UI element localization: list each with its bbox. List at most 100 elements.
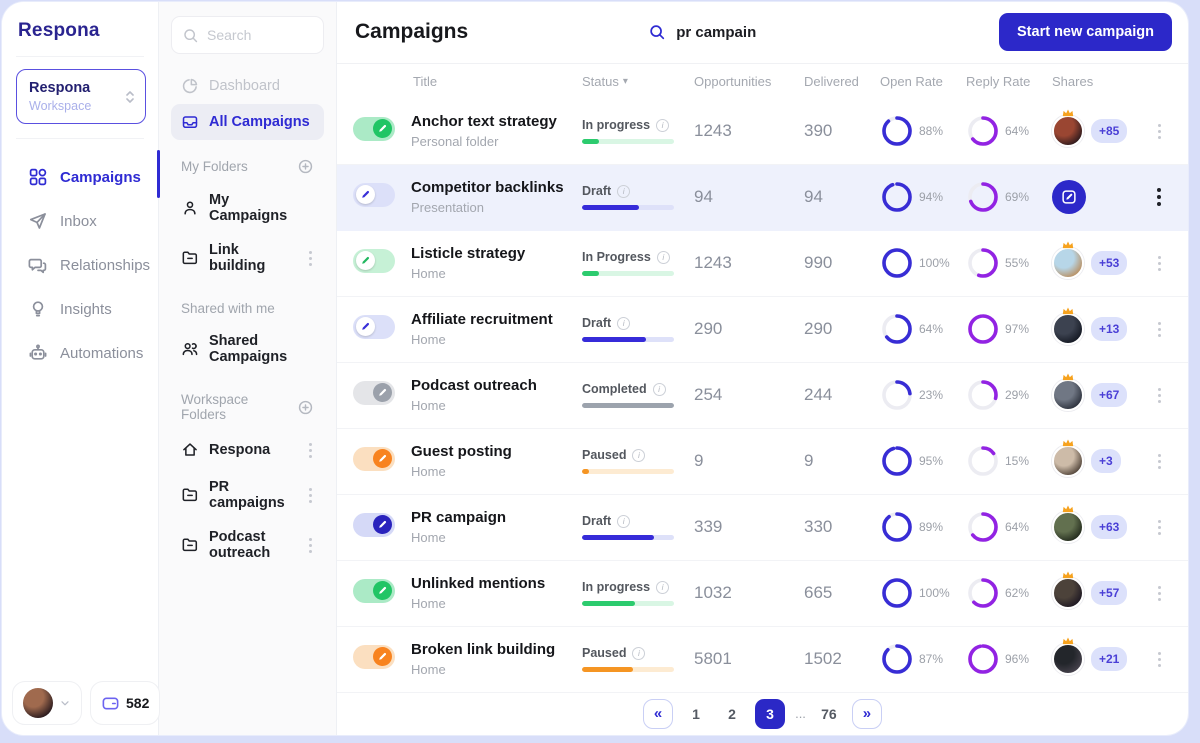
campaign-toggle[interactable] bbox=[353, 117, 395, 141]
sidebar-item-inbox[interactable]: Inbox bbox=[2, 199, 158, 243]
folder-item-shared-campaigns[interactable]: Shared Campaigns bbox=[171, 324, 324, 374]
sidebar-item-campaigns[interactable]: Campaigns bbox=[2, 155, 158, 199]
status-info-icon[interactable]: i bbox=[632, 647, 645, 660]
reply-rate-ring: 29% bbox=[966, 378, 1052, 412]
pagination-next-button[interactable]: » bbox=[852, 699, 882, 729]
row-menu-button[interactable] bbox=[1156, 318, 1163, 340]
status-info-icon[interactable]: i bbox=[657, 251, 670, 264]
status-info-icon[interactable]: i bbox=[653, 383, 666, 396]
open-rate-value: 89% bbox=[919, 520, 943, 534]
delivered-value: 94 bbox=[804, 187, 880, 207]
campaign-row[interactable]: PR campaignHomeDrafti33933089%64%+63 bbox=[337, 495, 1188, 561]
folder-item-podcast-outreach[interactable]: Podcast outreach bbox=[171, 520, 324, 570]
campaign-toggle[interactable] bbox=[353, 183, 395, 207]
pagination-page-3-active[interactable]: 3 bbox=[755, 699, 785, 729]
campaign-row[interactable]: Competitor backlinksPresentationDrafti94… bbox=[337, 165, 1188, 231]
campaign-row[interactable]: Listicle strategyHomeIn Progressi1243990… bbox=[337, 231, 1188, 297]
row-menu-button[interactable] bbox=[1156, 582, 1163, 604]
status-progress-bar bbox=[582, 667, 674, 672]
shares-cell bbox=[1052, 180, 1144, 214]
row-menu-button[interactable] bbox=[1156, 450, 1163, 472]
pagination-prev-button[interactable]: « bbox=[643, 699, 673, 729]
folder-menu-button[interactable] bbox=[307, 439, 314, 461]
shares-count-badge[interactable]: +53 bbox=[1091, 251, 1127, 275]
row-menu-button[interactable] bbox=[1156, 516, 1163, 538]
campaign-row[interactable]: Broken link buildingHomePausedi580115028… bbox=[337, 627, 1188, 693]
campaign-row[interactable]: Guest postingHomePausedi9995%15%+3 bbox=[337, 429, 1188, 495]
row-menu-button[interactable] bbox=[1156, 120, 1163, 142]
pagination-page-1[interactable]: 1 bbox=[683, 700, 709, 728]
folder-menu-button[interactable] bbox=[307, 247, 314, 269]
opportunities-value: 9 bbox=[694, 451, 804, 471]
status-info-icon[interactable]: i bbox=[617, 317, 630, 330]
delivered-value: 290 bbox=[804, 319, 880, 339]
user-menu[interactable] bbox=[12, 681, 82, 725]
user-avatar bbox=[23, 688, 53, 718]
campaign-search-input[interactable] bbox=[676, 24, 896, 41]
sidebar-footer: 582 bbox=[12, 681, 150, 725]
sidebar-search[interactable] bbox=[171, 16, 324, 54]
folder-menu-button[interactable] bbox=[307, 534, 314, 556]
shares-cell: +67 bbox=[1052, 379, 1144, 411]
edit-share-button[interactable] bbox=[1052, 180, 1086, 214]
status-info-icon[interactable]: i bbox=[656, 581, 669, 594]
campaign-row[interactable]: Anchor text strategyPersonal folderIn pr… bbox=[337, 99, 1188, 165]
shares-count-badge[interactable]: +67 bbox=[1091, 383, 1127, 407]
row-menu-button[interactable] bbox=[1155, 185, 1163, 210]
campaign-toggle[interactable] bbox=[353, 579, 395, 603]
campaign-toggle[interactable] bbox=[353, 315, 395, 339]
sidebar-search-input[interactable] bbox=[207, 27, 313, 43]
credits-badge[interactable]: 582 bbox=[90, 681, 160, 725]
folder-item-link-building[interactable]: Link building bbox=[171, 233, 324, 283]
status-info-icon[interactable]: i bbox=[632, 449, 645, 462]
start-new-campaign-button[interactable]: Start new campaign bbox=[999, 13, 1172, 51]
sidebar-item-relationships[interactable]: Relationships bbox=[2, 243, 158, 287]
section-header-shared-with-me: Shared with me bbox=[181, 301, 314, 316]
panel-item-all-campaigns[interactable]: All Campaigns bbox=[171, 104, 324, 140]
open-rate-value: 23% bbox=[919, 388, 943, 402]
crown-icon bbox=[1062, 108, 1075, 117]
add-folder-icon[interactable] bbox=[297, 158, 314, 175]
pagination-page-2[interactable]: 2 bbox=[719, 700, 745, 728]
campaign-toggle[interactable] bbox=[353, 447, 395, 471]
folder-item-respona[interactable]: Respona bbox=[171, 430, 324, 470]
open-rate-value: 87% bbox=[919, 652, 943, 666]
pagination-page-last[interactable]: 76 bbox=[816, 700, 842, 728]
shares-count-badge[interactable]: +57 bbox=[1091, 581, 1127, 605]
panel-item-dashboard[interactable]: Dashboard bbox=[171, 68, 324, 104]
reply-rate-ring: 55% bbox=[966, 246, 1052, 280]
shares-count-badge[interactable]: +13 bbox=[1091, 317, 1127, 341]
status-info-icon[interactable]: i bbox=[656, 119, 669, 132]
home-icon bbox=[181, 441, 199, 459]
shares-count-badge[interactable]: +21 bbox=[1091, 647, 1127, 671]
workspace-selector[interactable]: Respona Workspace bbox=[16, 69, 146, 124]
campaign-toggle[interactable] bbox=[353, 249, 395, 273]
row-menu-button[interactable] bbox=[1156, 252, 1163, 274]
shares-count-badge[interactable]: +85 bbox=[1091, 119, 1127, 143]
campaign-row[interactable]: Podcast outreachHomeCompletedi25424423%2… bbox=[337, 363, 1188, 429]
status-info-icon[interactable]: i bbox=[617, 185, 630, 198]
column-status[interactable]: Status▾ bbox=[582, 74, 694, 89]
reply-rate-ring: 64% bbox=[966, 510, 1052, 544]
sidebar-item-insights[interactable]: Insights bbox=[2, 287, 158, 331]
folder-item-my-campaigns[interactable]: My Campaigns bbox=[171, 183, 324, 233]
sidebar-item-automations[interactable]: Automations bbox=[2, 331, 158, 375]
status-info-icon[interactable]: i bbox=[617, 515, 630, 528]
campaign-search[interactable] bbox=[648, 23, 896, 41]
add-folder-icon[interactable] bbox=[297, 399, 314, 416]
shares-count-badge[interactable]: +63 bbox=[1091, 515, 1127, 539]
row-menu-button[interactable] bbox=[1156, 384, 1163, 406]
campaign-row[interactable]: Unlinked mentionsHomeIn progressi1032665… bbox=[337, 561, 1188, 627]
folder-icon bbox=[181, 249, 199, 267]
folder-menu-button[interactable] bbox=[307, 484, 314, 506]
campaign-row[interactable]: Affiliate recruitmentHomeDrafti29029064%… bbox=[337, 297, 1188, 363]
campaign-toggle[interactable] bbox=[353, 513, 395, 537]
shares-count-badge[interactable]: +3 bbox=[1091, 449, 1121, 473]
campaign-toggle[interactable] bbox=[353, 645, 395, 669]
folder-item-pr-campaigns[interactable]: PR campaigns bbox=[171, 470, 324, 520]
workspace-label: Workspace bbox=[29, 99, 91, 113]
crown-icon bbox=[1062, 570, 1075, 579]
campaign-toggle[interactable] bbox=[353, 381, 395, 405]
row-menu-button[interactable] bbox=[1156, 648, 1163, 670]
reply-rate-ring: 96% bbox=[966, 642, 1052, 676]
